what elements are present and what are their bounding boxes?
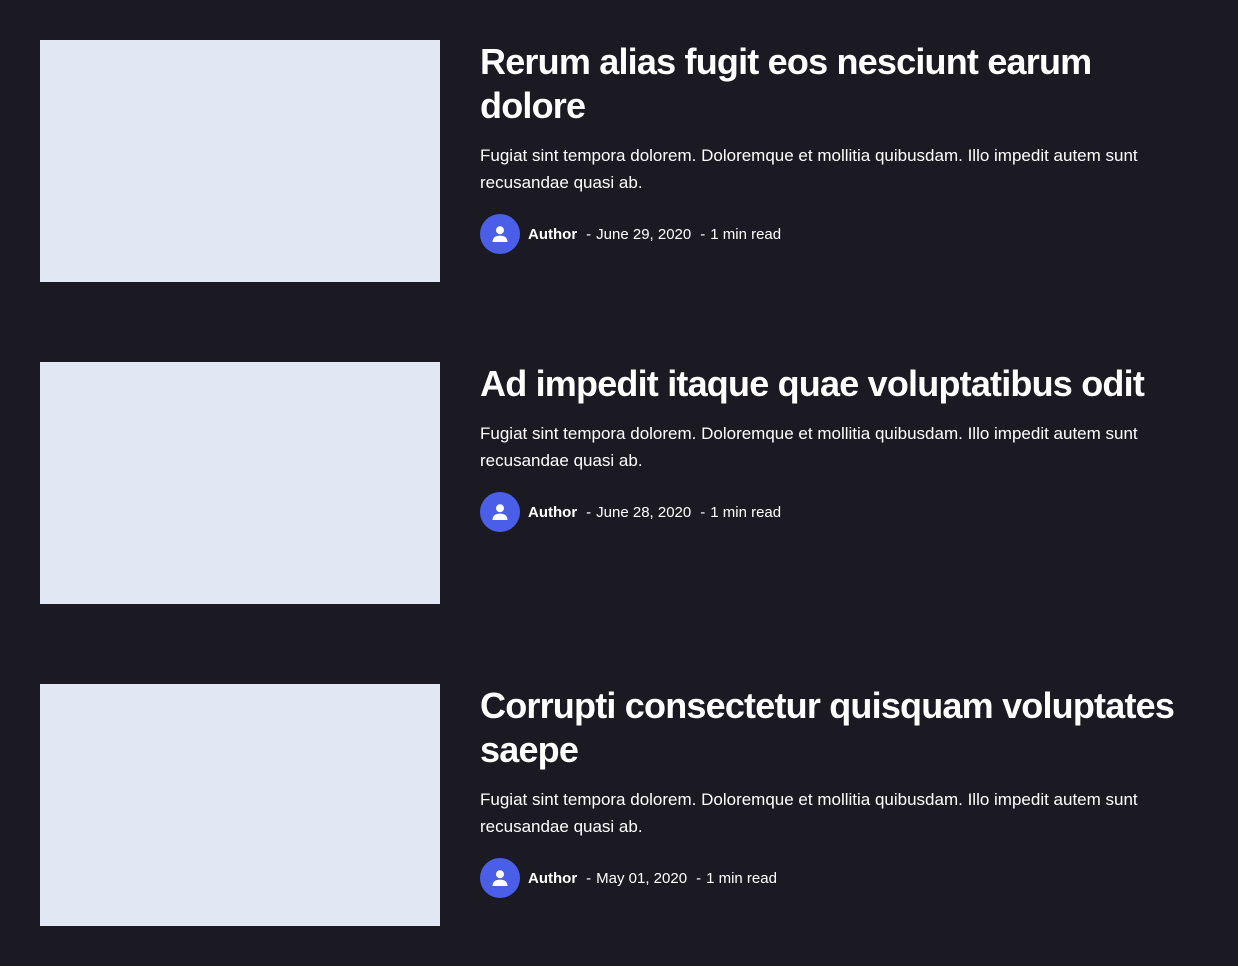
post-card: Ad impedit itaque quae voluptatibus odit… (40, 362, 1200, 604)
post-thumbnail[interactable] (40, 40, 440, 282)
meta-separator: - (696, 869, 702, 887)
read-time: 1 min read (706, 869, 777, 887)
meta-separator: - (586, 225, 592, 243)
meta-separator: - (700, 225, 706, 243)
post-meta: Author - May 01, 2020 - 1 min read (480, 858, 1200, 898)
post-list: Rerum alias fugit eos nesciunt earum dol… (0, 0, 1238, 966)
meta-separator: - (586, 869, 592, 887)
author-name[interactable]: Author (528, 226, 577, 243)
meta-separator: - (700, 503, 706, 521)
post-date: June 28, 2020 (596, 503, 692, 521)
post-excerpt: Fugiat sint tempora dolorem. Doloremque … (480, 790, 1138, 836)
user-icon (492, 870, 508, 886)
read-time: 1 min read (710, 225, 782, 243)
author-name[interactable]: Author (528, 870, 577, 887)
post-card: Corrupti consectetur quisquam voluptates… (40, 684, 1200, 926)
post-date: May 01, 2020 (596, 869, 688, 887)
post-title[interactable]: Rerum alias fugit eos nesciunt earum dol… (480, 40, 1200, 128)
post-date: June 29, 2020 (596, 225, 692, 243)
author-avatar[interactable] (480, 214, 520, 254)
user-icon (492, 226, 508, 242)
post-meta: Author - June 28, 2020 - 1 min read (480, 492, 1200, 532)
post-thumbnail[interactable] (40, 362, 440, 604)
post-content: Ad impedit itaque quae voluptatibus odit… (480, 362, 1200, 532)
post-excerpt: Fugiat sint tempora dolorem. Doloremque … (480, 424, 1138, 470)
post-title[interactable]: Corrupti consectetur quisquam voluptates… (480, 684, 1200, 772)
read-time: 1 min read (710, 503, 782, 521)
post-excerpt: Fugiat sint tempora dolorem. Doloremque … (480, 146, 1138, 192)
post-content: Rerum alias fugit eos nesciunt earum dol… (480, 40, 1200, 254)
post-meta: Author - June 29, 2020 - 1 min read (480, 214, 1200, 254)
meta-separator: - (586, 503, 592, 521)
user-icon (492, 504, 508, 520)
post-thumbnail[interactable] (40, 684, 440, 926)
post-content: Corrupti consectetur quisquam voluptates… (480, 684, 1200, 898)
author-name[interactable]: Author (528, 504, 577, 521)
post-card: Rerum alias fugit eos nesciunt earum dol… (40, 40, 1200, 282)
post-title[interactable]: Ad impedit itaque quae voluptatibus odit (480, 362, 1200, 406)
author-avatar[interactable] (480, 858, 520, 898)
author-avatar[interactable] (480, 492, 520, 532)
